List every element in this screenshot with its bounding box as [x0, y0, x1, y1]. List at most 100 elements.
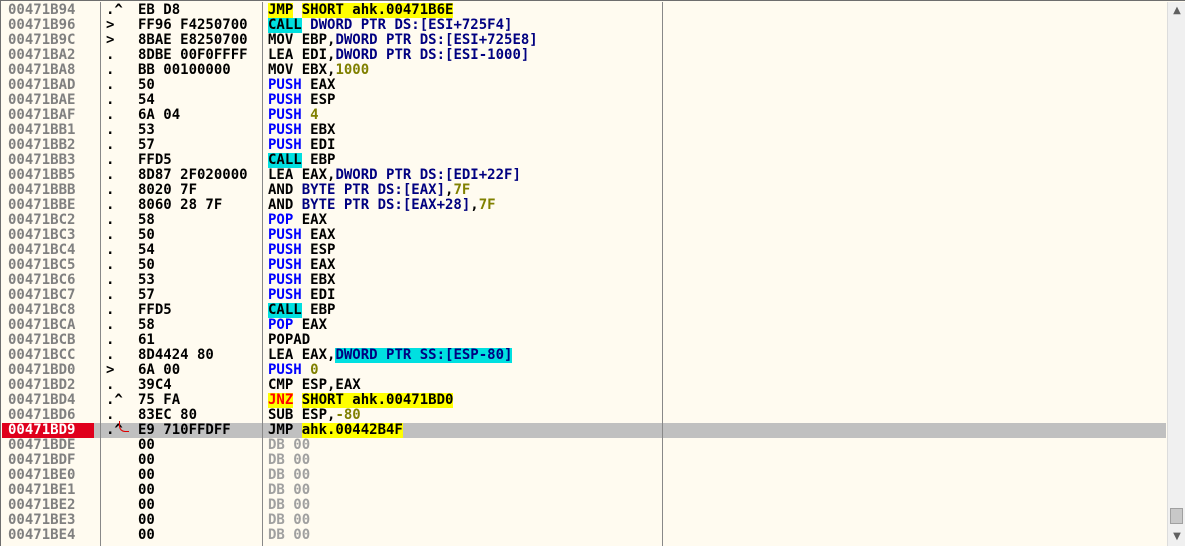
code-row[interactable]: 00471BC3. 50 PUSH EAX [2, 228, 1166, 243]
code-row[interactable]: 00471BC2. 58 POP EAX [2, 213, 1166, 228]
disassembly-cell: PUSH EDI [268, 288, 664, 303]
address-cell: 00471BE1 [8, 483, 76, 498]
asm-token-plain: EBX [301, 123, 336, 138]
address-cell: 00471BAE [8, 93, 76, 108]
disassembly-cell: POPAD [268, 333, 664, 348]
code-row[interactable]: 00471BAD. 50 PUSH EAX [2, 78, 1166, 93]
disassembly-cell: PUSH EAX [268, 228, 664, 243]
code-row[interactable]: 00471BE2 00 DB 00 [2, 498, 1166, 513]
flow-marker: . [106, 213, 115, 228]
code-row[interactable]: 00471B9C >8BAE E8250700 MOV EBP,DWORD PTR … [2, 33, 1166, 48]
code-row[interactable]: 00471BAF. 6A 04 PUSH 4 [2, 108, 1166, 123]
code-row[interactable]: 00471BD0 >6A 00 PUSH 0 [2, 363, 1166, 378]
asm-token-plain: MOV EBP, [268, 33, 336, 48]
code-row[interactable]: 00471BDE 00 DB 00 [2, 438, 1166, 453]
asm-token-hl: DWORD PTR SS:[ESP-80] [335, 348, 513, 363]
code-row[interactable]: 00471BE1 00 DB 00 [2, 483, 1166, 498]
disassembly-cell: LEA EAX,DWORD PTR DS:[EDI+22F] [268, 168, 664, 183]
code-row[interactable]: 00471BE3 00 DB 00 [2, 513, 1166, 528]
code-row[interactable]: 00471BE0 00 DB 00 [2, 468, 1166, 483]
asm-token-plain: EBX [301, 273, 336, 288]
vertical-scrollbar[interactable]: ▲ ▼ [1167, 2, 1185, 546]
hex-dump-cell: 00 [138, 483, 155, 498]
scrollbar-thumb[interactable] [1170, 508, 1183, 524]
asm-token-mem: DWORD PTR DS:[EDI+22F] [335, 168, 521, 183]
code-row[interactable]: 00471BBB. 8020 7F AND BYTE PTR DS:[EAX],7F [2, 183, 1166, 198]
code-row[interactable]: 00471BA8. BB 00100000 MOV EBX,1000 [2, 63, 1166, 78]
asm-token-db: DB 00 [268, 528, 311, 543]
code-row[interactable]: 00471BB5. 8D87 2F020000 LEA EAX,DWORD PTR … [2, 168, 1166, 183]
address-cell: 00471BCC [8, 348, 76, 363]
selected-code-row[interactable]: 00471BD9 .^ E9 710FFDFF JMP ahk.00442B4F [2, 423, 1166, 438]
asm-token-db: DB 00 [268, 513, 311, 528]
disassembly-cell: PUSH 0 [268, 363, 664, 378]
scroll-down-icon[interactable]: ▼ [1168, 528, 1185, 545]
code-row[interactable]: 00471BCC. 8D4424 80 LEA EAX,DWORD PTR SS:[… [2, 348, 1166, 363]
asm-token-plain: SUB ESP, [268, 408, 336, 423]
code-row[interactable]: 00471BB3. FFD5 CALL EBP [2, 153, 1166, 168]
code-row[interactable]: 00471BC6. 53 PUSH EBX [2, 273, 1166, 288]
code-row[interactable]: 00471BAE. 54 PUSH ESP [2, 93, 1166, 108]
asm-token-jmp: SHORT ahk.00471BD0 [301, 393, 454, 408]
asm-token-push: POP [268, 318, 294, 333]
code-row[interactable]: 00471BB1. 53 PUSH EBX [2, 123, 1166, 138]
disassembly-cell: PUSH EDI [268, 138, 664, 153]
code-row[interactable]: 00471BC4. 54 PUSH ESP [2, 243, 1166, 258]
hex-dump-cell: 8D87 2F020000 [138, 168, 248, 183]
column-divider-hex[interactable] [262, 2, 263, 546]
asm-token-plain: ESP [301, 243, 336, 258]
flow-marker [106, 513, 136, 528]
hex-dump-cell: 8BAE E8250700 [138, 33, 248, 48]
code-row[interactable]: 00471BD6. 83EC 80 SUB ESP,-80 [2, 408, 1166, 423]
disassembly-cell: CMP ESP,EAX [268, 378, 664, 393]
disassembly-cell: DB 00 [268, 483, 664, 498]
asm-token-push: PUSH [268, 138, 302, 153]
asm-token-jmp: SHORT ahk.00471B6E [301, 3, 454, 18]
asm-token-num: 0 [310, 363, 319, 378]
address-cell: 00471BC8 [8, 303, 76, 318]
flow-marker: . [106, 123, 115, 138]
hex-dump-cell: 53 [138, 123, 155, 138]
asm-token-db: DB 00 [268, 483, 311, 498]
asm-token-plain [302, 363, 310, 378]
asm-token-plain: EAX [293, 318, 328, 333]
hex-dump-cell: 8020 7F [138, 183, 198, 198]
column-divider-disasm[interactable] [662, 2, 663, 546]
asm-token-push: PUSH [268, 123, 302, 138]
code-row[interactable]: 00471BDF 00 DB 00 [2, 453, 1166, 468]
code-row[interactable]: 00471BD4 .^ 75 FA JNZ SHORT ahk.00471BD0 [2, 393, 1166, 408]
code-row[interactable]: 00471BBE. 8060 28 7F AND BYTE PTR DS:[EAX+… [2, 198, 1166, 213]
code-row[interactable]: 00471BC5. 50 PUSH EAX [2, 258, 1166, 273]
asm-token-push: PUSH [268, 288, 302, 303]
disassembly-cell: CALL EBP [268, 153, 664, 168]
hex-dump-cell: 8D4424 80 [138, 348, 214, 363]
flow-marker: . [106, 333, 115, 348]
disassembly-listing[interactable]: 00471B94 .^ EB D8 JMP SHORT ahk.00471B6E 004… [2, 2, 1166, 546]
disassembly-cell: MOV EBX,1000 [268, 63, 664, 78]
code-row[interactable]: 00471BCB. 61 POPAD [2, 333, 1166, 348]
code-row[interactable]: 00471BD2. 39C4 CMP ESP,EAX [2, 378, 1166, 393]
code-row[interactable]: 00471BC7. 57 PUSH EDI [2, 288, 1166, 303]
address-cell: 00471BE4 [8, 528, 76, 543]
asm-token-jcc: JNZ [268, 393, 294, 408]
hex-dump-cell: FF96 F4250700 [138, 18, 248, 33]
scroll-up-icon[interactable]: ▲ [1168, 2, 1185, 19]
code-row[interactable]: 00471BE4 00 DB 00 [2, 528, 1166, 543]
column-divider-address[interactable] [100, 2, 101, 546]
flow-marker [106, 438, 136, 453]
asm-token-plain: , [470, 198, 479, 213]
disassembly-cell: CALL DWORD PTR DS:[ESI+725F4] [268, 18, 664, 33]
code-row[interactable]: 00471BA2. 8DBE 00F0FFFF LEA EDI,DWORD PTR … [2, 48, 1166, 63]
address-cell: 00471BC3 [8, 228, 76, 243]
disassembly-cell: JNZ SHORT ahk.00471BD0 [268, 393, 664, 408]
code-row[interactable]: 00471B94 .^ EB D8 JMP SHORT ahk.00471B6E [2, 3, 1166, 18]
code-row[interactable]: 00471BCA. 58 POP EAX [2, 318, 1166, 333]
disassembly-cell: DB 00 [268, 468, 664, 483]
code-row[interactable]: 00471BC8. FFD5 CALL EBP [2, 303, 1166, 318]
hex-dump-cell: 58 [138, 213, 155, 228]
hex-dump-cell: 00 [138, 513, 155, 528]
asm-token-plain [302, 108, 310, 123]
address-cell: 00471BC6 [8, 273, 76, 288]
code-row[interactable]: 00471B96 > FF96 F4250700 CALL DWORD PTR DS:… [2, 18, 1166, 33]
code-row[interactable]: 00471BB2. 57 PUSH EDI [2, 138, 1166, 153]
